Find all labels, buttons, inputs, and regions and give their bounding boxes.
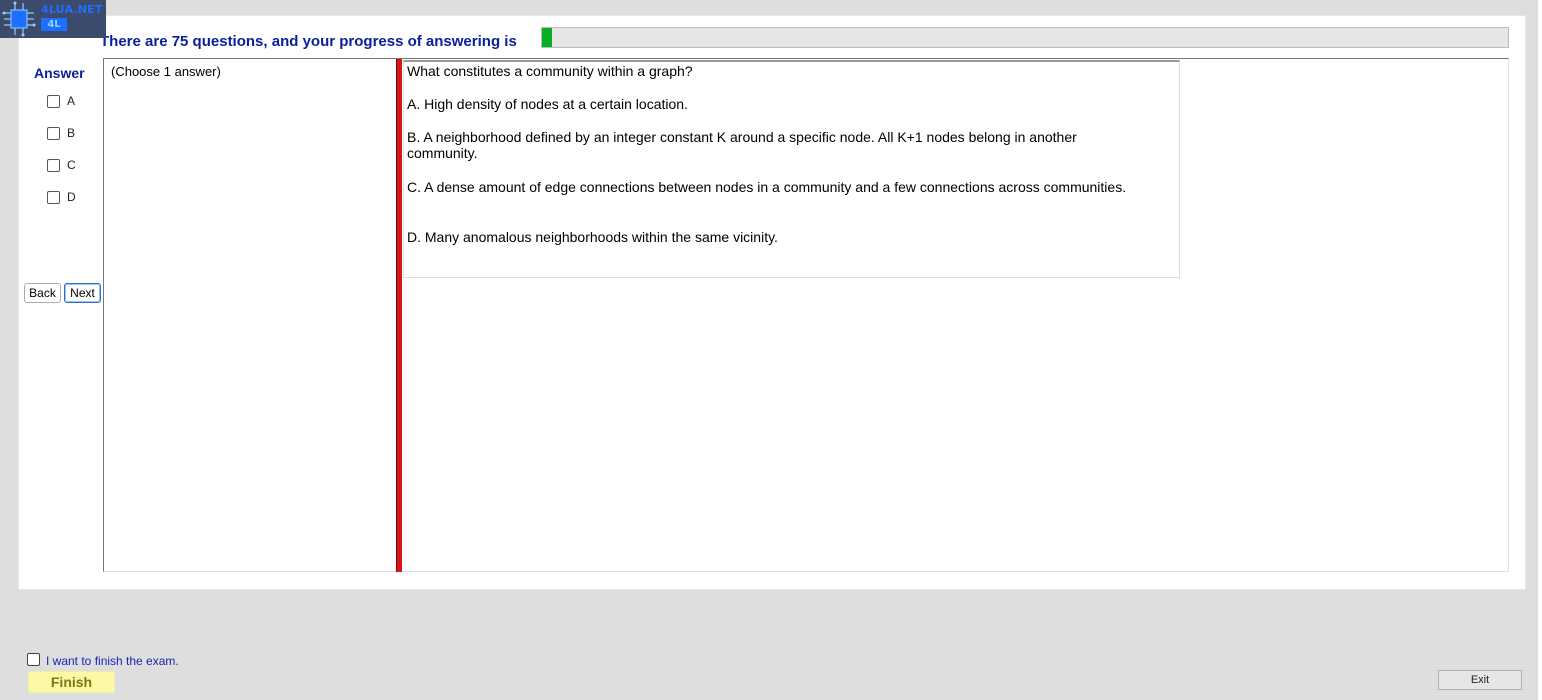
option-c-checkbox[interactable] <box>47 158 60 172</box>
progress-bar <box>541 27 1509 48</box>
finish-button[interactable]: Finish <box>28 671 115 693</box>
window-edge <box>1538 0 1542 700</box>
exit-button[interactable]: Exit <box>1438 670 1522 690</box>
progress-caption: There are 75 questions, and your progres… <box>100 33 517 50</box>
answer-heading: Answer <box>34 65 85 81</box>
chip-icon <box>0 0 38 38</box>
logo-name: 4LUA.NET <box>41 3 103 16</box>
option-b-checkbox[interactable] <box>47 126 60 140</box>
option-a-checkbox[interactable] <box>47 94 60 108</box>
option-d-checkbox[interactable] <box>47 190 60 204</box>
back-button[interactable]: Back <box>24 283 61 303</box>
progress-fill <box>542 28 552 47</box>
finish-exam-checkbox[interactable] <box>27 652 40 666</box>
choose-instruction: (Choose 1 answer) <box>111 64 221 79</box>
site-logo: 4LUA.NET 4L <box>0 0 106 38</box>
option-d-label: D <box>67 190 76 204</box>
option-c[interactable]: C <box>47 158 76 172</box>
finish-exam-label[interactable]: I want to finish the exam. <box>46 654 179 668</box>
pane-splitter[interactable] <box>396 59 402 572</box>
finish-exam-checkbox-row[interactable]: I want to finish the exam. <box>27 650 179 668</box>
option-b-label: B <box>67 126 76 140</box>
question-stem: What constitutes a community within a gr… <box>407 63 693 79</box>
logo-sub: 4L <box>41 18 67 31</box>
choice-d-text: D. Many anomalous neighborhoods within t… <box>407 229 778 245</box>
choice-b-text: B. A neighborhood defined by an integer … <box>407 129 1077 161</box>
option-b[interactable]: B <box>47 126 75 140</box>
option-a-label: A <box>67 94 76 108</box>
choice-a-text: A. High density of nodes at a certain lo… <box>407 96 688 112</box>
question-box <box>403 60 1180 278</box>
option-a[interactable]: A <box>47 94 75 108</box>
option-d[interactable]: D <box>47 190 76 204</box>
next-button[interactable]: Next <box>64 283 101 303</box>
choice-c-text: C. A dense amount of edge connections be… <box>407 179 1127 195</box>
option-c-label: C <box>67 158 76 172</box>
